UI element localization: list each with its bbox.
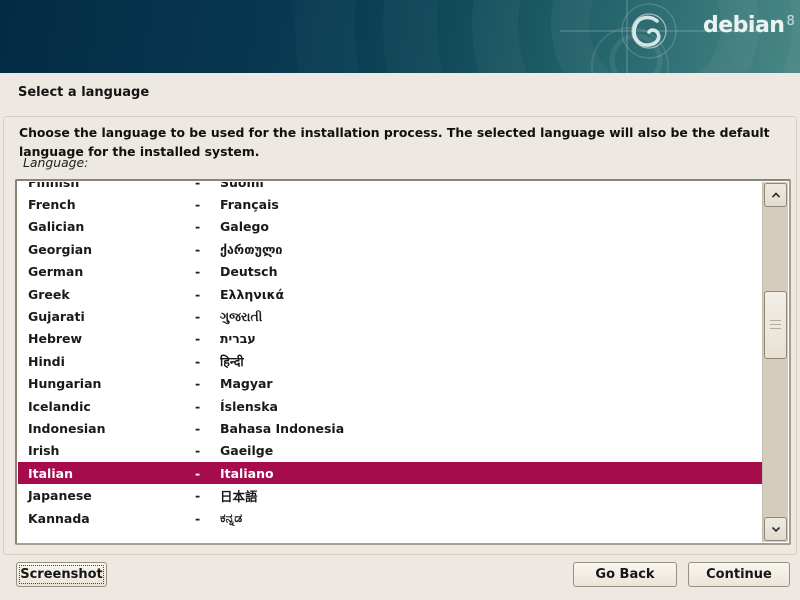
language-separator: - — [195, 399, 220, 414]
language-native: ქართული — [220, 242, 762, 257]
language-separator: - — [195, 443, 220, 458]
scrollbar-grip — [770, 320, 781, 329]
language-english: Japanese — [18, 488, 195, 503]
language-native: עברית — [220, 331, 762, 346]
language-row[interactable]: Hindi - हिन्दी — [18, 350, 762, 372]
language-separator: - — [195, 197, 220, 212]
language-english: Hebrew — [18, 331, 195, 346]
language-row[interactable]: Japanese - 日本語 — [18, 484, 762, 506]
language-row[interactable]: Hungarian - Magyar — [18, 373, 762, 395]
language-listbox: Finnish - Suomi French - Français Galici… — [15, 179, 791, 545]
language-row[interactable]: Italian - Italiano — [18, 462, 762, 484]
language-english: Georgian — [18, 242, 195, 257]
language-native: Italiano — [220, 466, 762, 481]
language-row[interactable]: French - Français — [18, 193, 762, 215]
language-separator: - — [195, 309, 220, 324]
language-row[interactable]: Gujarati - ગુજરાતી — [18, 305, 762, 327]
language-row[interactable]: Irish - Gaeilge — [18, 440, 762, 462]
language-row[interactable]: Hebrew - עברית — [18, 328, 762, 350]
language-row[interactable]: Kannada - ಕನ್ನಡ — [18, 507, 762, 529]
brand-version: 8 — [786, 14, 794, 29]
language-native: Gaeilge — [220, 443, 762, 458]
scroll-down-button[interactable] — [764, 517, 787, 541]
language-english: Irish — [18, 443, 195, 458]
language-english: German — [18, 264, 195, 279]
language-native: Galego — [220, 219, 762, 234]
language-english: Galician — [18, 219, 195, 234]
instruction-text: Choose the language to be used for the i… — [19, 124, 781, 161]
language-separator: - — [195, 488, 220, 503]
language-native: Bahasa Indonesia — [220, 421, 762, 436]
language-native: ગુજરાતી — [220, 309, 762, 325]
language-label: Language: — [23, 155, 88, 170]
language-native: Deutsch — [220, 264, 762, 279]
language-row[interactable]: Icelandic - Íslenska — [18, 395, 762, 417]
language-english: French — [18, 197, 195, 212]
language-separator: - — [195, 219, 220, 234]
chevron-up-icon — [770, 191, 782, 199]
brand-name: debian — [703, 13, 784, 38]
language-list-viewport: Finnish - Suomi French - Français Galici… — [18, 182, 762, 542]
language-separator: - — [195, 376, 220, 391]
language-separator: - — [195, 182, 220, 190]
language-native: हिन्दी — [220, 353, 762, 370]
language-separator: - — [195, 264, 220, 279]
continue-button[interactable]: Continue — [688, 562, 790, 587]
vertical-scrollbar[interactable] — [762, 182, 788, 542]
language-row[interactable]: Finnish - Suomi — [18, 182, 762, 193]
language-english: Hungarian — [18, 376, 195, 391]
language-native: Suomi — [220, 182, 762, 190]
screenshot-button[interactable]: Screenshot — [16, 562, 107, 587]
language-row[interactable]: Indonesian - Bahasa Indonesia — [18, 417, 762, 439]
language-row[interactable]: Georgian - ქართული — [18, 238, 762, 260]
language-english: Finnish — [18, 182, 195, 190]
language-english: Kannada — [18, 511, 195, 526]
language-english: Italian — [18, 466, 195, 481]
language-english: Hindi — [18, 354, 195, 369]
language-english: Gujarati — [18, 309, 195, 324]
debian-logo: debian8 — [703, 13, 795, 38]
language-separator: - — [195, 287, 220, 302]
page-title: Select a language — [18, 85, 149, 100]
language-english: Icelandic — [18, 399, 195, 414]
language-list-rows: Finnish - Suomi French - Français Galici… — [18, 182, 762, 529]
language-native: Ελληνικά — [220, 287, 762, 302]
language-row[interactable]: German - Deutsch — [18, 261, 762, 283]
chevron-down-icon — [770, 525, 782, 533]
language-separator: - — [195, 242, 220, 257]
language-separator: - — [195, 421, 220, 436]
language-separator: - — [195, 511, 220, 526]
scroll-up-button[interactable] — [764, 183, 787, 207]
language-native: ಕನ್ನಡ — [220, 510, 762, 526]
language-separator: - — [195, 466, 220, 481]
language-row[interactable]: Greek - Ελληνικά — [18, 283, 762, 305]
language-english: Greek — [18, 287, 195, 302]
language-english: Indonesian — [18, 421, 195, 436]
banner-artwork — [0, 0, 800, 73]
language-native: Français — [220, 197, 762, 212]
language-separator: - — [195, 354, 220, 369]
language-native: 日本語 — [220, 486, 762, 505]
scrollbar-thumb[interactable] — [764, 291, 787, 359]
language-row[interactable]: Galician - Galego — [18, 216, 762, 238]
go-back-button[interactable]: Go Back — [573, 562, 677, 587]
language-separator: - — [195, 331, 220, 346]
header-banner: debian8 — [0, 0, 800, 73]
language-native: Magyar — [220, 376, 762, 391]
content-frame: Choose the language to be used for the i… — [3, 116, 797, 555]
language-native: Íslenska — [220, 399, 762, 414]
